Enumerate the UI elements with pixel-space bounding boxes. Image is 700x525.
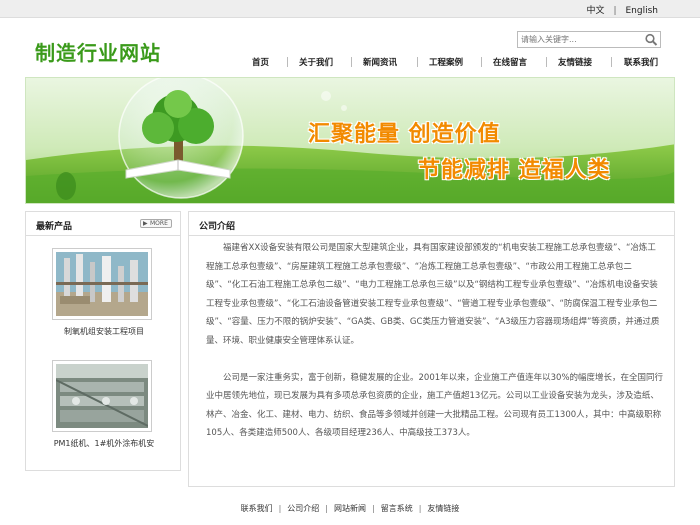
panel-header: 最新产品 ▶ MORE <box>26 212 180 236</box>
nav-divider <box>546 57 547 67</box>
panel-title: 最新产品 <box>36 222 73 232</box>
nav-home[interactable]: 首页 <box>252 56 269 68</box>
footer-news-link[interactable]: 网站新闻 <box>334 503 366 514</box>
footer-message-link[interactable]: 留言系统 <box>381 503 413 514</box>
footer-links: 联系我们 | 公司介绍 | 网站新闻 | 留言系统 | 友情链接 <box>0 503 700 514</box>
intro-paragraph: 公司是一家注重务实，富于创新，稳健发展的企业。2001年以来，企业施工产值连年以… <box>206 372 664 439</box>
lang-chinese-link[interactable]: 中文 <box>586 3 604 16</box>
magnifier-icon <box>645 33 658 46</box>
site-logo[interactable]: 制造行业网站 <box>35 37 161 66</box>
search-input[interactable] <box>518 32 642 47</box>
product-name[interactable]: PM1纸机、1#机外涂布机安 <box>26 438 182 449</box>
footer-separator: | <box>372 504 375 513</box>
hero-banner: 汇聚能量 创造价值 节能减排 造福人类 <box>25 77 675 204</box>
footer-links-link[interactable]: 友情链接 <box>427 503 459 514</box>
nav-divider <box>417 57 418 67</box>
product-item: PM1纸机、1#机外涂布机安 <box>52 360 154 449</box>
intro-paragraph: 福建省XX设备安装有限公司是国家大型建筑企业，具有国家建设部颁发的“机电安装工程… <box>206 243 660 346</box>
nav-news[interactable]: 新闻资讯 <box>363 56 397 68</box>
nav-divider <box>481 57 482 67</box>
panel-title: 公司介绍 <box>199 222 236 232</box>
factory-image <box>56 252 148 316</box>
nav-divider <box>611 57 612 67</box>
product-item: 制氧机组安装工程项目 <box>52 248 152 337</box>
machine-image <box>56 364 148 428</box>
nav-about[interactable]: 关于我们 <box>299 56 333 68</box>
footer-separator: | <box>325 504 328 513</box>
lang-separator: | <box>613 6 617 16</box>
nav-message[interactable]: 在线留言 <box>493 56 527 68</box>
language-switcher: 中文 | English <box>586 3 658 16</box>
product-image[interactable] <box>52 360 152 432</box>
nav-links[interactable]: 友情链接 <box>558 56 592 68</box>
footer-contact-link[interactable]: 联系我们 <box>241 503 273 514</box>
search-button[interactable] <box>644 33 658 46</box>
nav-divider <box>287 57 288 67</box>
company-intro-panel: 公司介绍 福建省XX设备安装有限公司是国家大型建筑企业，具有国家建设部颁发的“机… <box>188 211 675 487</box>
circle-arrow-icon: ▶ <box>143 220 148 227</box>
nav-cases[interactable]: 工程案例 <box>429 56 463 68</box>
footer-separator: | <box>418 504 422 513</box>
top-bar: 中文 | English <box>0 0 700 18</box>
nav-contact[interactable]: 联系我们 <box>624 56 658 68</box>
more-button[interactable]: ▶ MORE <box>140 219 172 228</box>
search-box <box>517 31 661 48</box>
banner-slogan-1: 汇聚能量 创造价值 <box>308 122 501 147</box>
footer-about-link[interactable]: 公司介绍 <box>287 503 319 514</box>
product-name[interactable]: 制氧机组安装工程项目 <box>26 326 182 337</box>
banner-slogan-2: 节能减排 造福人类 <box>418 158 611 183</box>
product-image[interactable] <box>52 248 152 320</box>
more-label: MORE <box>150 220 168 227</box>
footer-separator: | <box>278 504 282 513</box>
lang-english-link[interactable]: English <box>626 6 659 16</box>
intro-article: 福建省XX设备安装有限公司是国家大型建筑企业，具有国家建设部颁发的“机电安装工程… <box>206 239 664 443</box>
latest-products-panel: 最新产品 ▶ MORE 制氧机组安装工程项目 PM1纸机、1#机外涂布机安 <box>25 211 181 471</box>
main-nav: 首页 关于我们 新闻资讯 工程案例 在线留言 友情链接 联系我们 <box>240 56 670 72</box>
nav-divider <box>351 57 352 67</box>
panel-header: 公司介绍 <box>189 212 674 236</box>
